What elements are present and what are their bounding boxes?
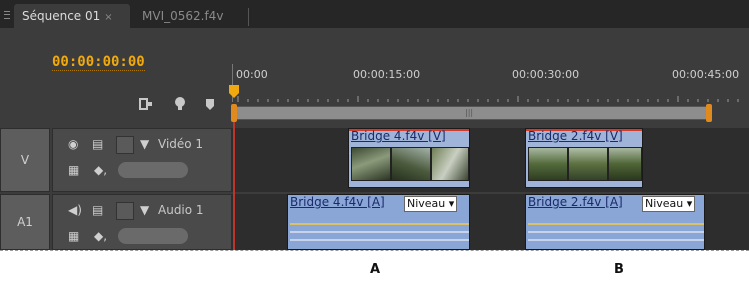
track-name-audio: Audio 1 [158,203,204,217]
track-id-video[interactable]: V [0,128,50,192]
keyframe-icon[interactable]: ◆, [94,229,107,243]
video-track-area[interactable] [232,128,749,192]
marker-icon[interactable] [172,96,188,112]
volume-line[interactable] [290,223,469,225]
zoom-grip-icon[interactable]: ||| [465,108,473,118]
caption-b: B [614,262,624,277]
video-thumbnail [351,147,391,181]
clip-title: Bridge 2.f4v [A] [528,195,623,209]
keyframe-navigator[interactable] [118,162,188,178]
track-lock-toggle[interactable] [116,136,134,154]
keyframe-icon[interactable]: ◆, [94,163,107,177]
clip-title: Bridge 2.f4v [V] [528,129,623,143]
panel-bottom-edge [0,250,749,252]
audio-clip-b[interactable]: Bridge 2.f4v [A] Niveau ▾ [525,194,705,250]
keyframe-navigator[interactable] [118,228,188,244]
track-id-audio[interactable]: A1 [0,194,50,250]
zoom-handle-right[interactable] [706,104,712,122]
chevron-down-icon[interactable]: ▼ [140,203,149,217]
chevron-down-icon: ▾ [448,197,455,210]
track-lock-toggle[interactable] [116,202,134,220]
playhead-icon[interactable] [228,84,240,100]
ruler-label: 00:00 [236,68,268,81]
clip-title: Bridge 4.f4v [V] [351,129,446,143]
waveform-line [290,231,469,233]
speaker-icon[interactable]: ◀) [68,203,82,217]
tab-sequence-label: Séquence 01 [22,9,101,23]
ruler-label: 00:00:15:00 [353,68,421,81]
eye-icon[interactable]: ◉ [68,137,78,151]
display-style-icon[interactable]: ▦ [68,163,79,177]
playhead-line[interactable] [233,122,235,250]
tab-source-clip[interactable]: MVI_0562.f4v [142,4,223,28]
sync-lock-icon[interactable]: ▤ [92,137,103,151]
zoom-handle-left[interactable] [231,104,237,122]
panel-menu-icon[interactable] [4,11,10,19]
tab-source-label: MVI_0562.f4v [142,9,224,23]
waveform-line [290,239,469,241]
video-thumbnail [608,147,642,181]
video-thumbnail [528,147,568,181]
ruler-label: 00:00:30:00 [512,68,580,81]
video-thumbnail [568,147,608,181]
waveform-line [528,231,704,233]
caption-a: A [370,262,381,277]
effect-param-dropdown[interactable]: Niveau ▾ [642,196,696,212]
tab-divider [248,8,249,26]
video-clip-a[interactable]: Bridge 4.f4v [V] [348,128,470,188]
time-ruler[interactable] [232,96,749,102]
audio-clip-a[interactable]: Bridge 4.f4v [A] Niveau ▾ [287,194,470,250]
close-icon[interactable]: × [104,12,112,23]
video-thumbnail [431,147,469,181]
current-timecode[interactable]: 00:00:00:00 [52,54,145,71]
volume-line[interactable] [528,223,704,225]
add-marker-icon[interactable] [202,96,218,112]
waveform-line [528,239,704,241]
clip-title: Bridge 4.f4v [A] [290,195,385,209]
tab-bar: Séquence 01 × MVI_0562.f4v [0,0,749,28]
snap-icon[interactable] [138,96,154,112]
sync-lock-icon[interactable]: ▤ [92,203,103,217]
effect-param-label: Niveau [407,197,446,210]
effect-param-label: Niveau [645,197,684,210]
effect-param-dropdown[interactable]: Niveau ▾ [404,196,458,212]
track-name-video: Vidéo 1 [158,137,204,151]
ruler-label: 00:00:45:00 [672,68,740,81]
timeline-panel: Séquence 01 × MVI_0562.f4v 00:00:00:00 00… [0,0,749,250]
video-clip-b[interactable]: Bridge 2.f4v [V] [525,128,643,188]
tab-sequence[interactable]: Séquence 01 × [14,4,130,28]
waveform-icon[interactable]: ▦ [68,229,79,243]
video-thumbnail [391,147,431,181]
chevron-down-icon: ▾ [686,197,693,210]
chevron-down-icon[interactable]: ▼ [140,137,149,151]
